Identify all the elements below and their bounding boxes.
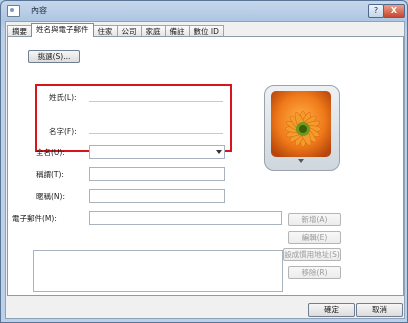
nickname-label: 暱稱(N): bbox=[36, 192, 65, 201]
email-address-list[interactable] bbox=[33, 250, 283, 292]
window-app-icon bbox=[7, 5, 20, 17]
last-name-label: 姓氏(L): bbox=[49, 93, 77, 102]
first-name-field[interactable] bbox=[89, 113, 223, 134]
cancel-button[interactable]: 取消 bbox=[356, 303, 403, 317]
remove-button[interactable]: 移除(R) bbox=[288, 266, 341, 279]
title-label: 稱謂(T): bbox=[36, 170, 64, 179]
choose-button[interactable]: 挑選(S)... bbox=[28, 50, 80, 63]
title-field[interactable] bbox=[89, 167, 225, 181]
tab-strip: 摘要 姓名與電子郵件 住家 公司 家庭 備註 數位 ID bbox=[7, 23, 224, 37]
email-label: 電子郵件(M): bbox=[12, 214, 57, 223]
first-name-label: 名字(F): bbox=[49, 127, 77, 136]
properties-window: 內容 ? X 摘要 姓名與電子郵件 住家 公司 家庭 備註 數位 ID 挑選(S… bbox=[0, 0, 408, 323]
ok-button[interactable]: 確定 bbox=[308, 303, 355, 317]
help-button[interactable]: ? bbox=[368, 4, 384, 18]
full-name-label: 全名(U): bbox=[36, 148, 65, 157]
set-default-button[interactable]: 設成慣用地址(S) bbox=[283, 248, 341, 261]
tab-name-and-email[interactable]: 姓名與電子郵件 bbox=[31, 23, 94, 37]
window-title: 內容 bbox=[31, 6, 47, 15]
email-input[interactable] bbox=[89, 211, 282, 225]
nickname-field[interactable] bbox=[89, 189, 225, 203]
name-and-email-panel: 挑選(S)... 姓氏(L): 名字(F): 全名(U): 稱謂(T): 暱稱(… bbox=[7, 36, 404, 296]
photo-frame-monitor bbox=[264, 85, 340, 171]
close-button[interactable]: X bbox=[383, 4, 405, 18]
add-button[interactable]: 新增(A) bbox=[288, 213, 341, 226]
gerbera-flower-photo-icon bbox=[271, 91, 331, 157]
contact-photo[interactable] bbox=[264, 85, 340, 171]
dialog-client-area: 摘要 姓名與電子郵件 住家 公司 家庭 備註 數位 ID 挑選(S)... 姓氏… bbox=[5, 21, 405, 319]
title-bar: 內容 ? X bbox=[1, 1, 407, 21]
last-name-field[interactable] bbox=[89, 89, 223, 102]
chevron-down-icon[interactable] bbox=[298, 159, 304, 163]
edit-button[interactable]: 編輯(E) bbox=[288, 231, 341, 244]
chevron-down-icon[interactable] bbox=[216, 150, 222, 154]
full-name-combobox[interactable] bbox=[89, 145, 225, 159]
